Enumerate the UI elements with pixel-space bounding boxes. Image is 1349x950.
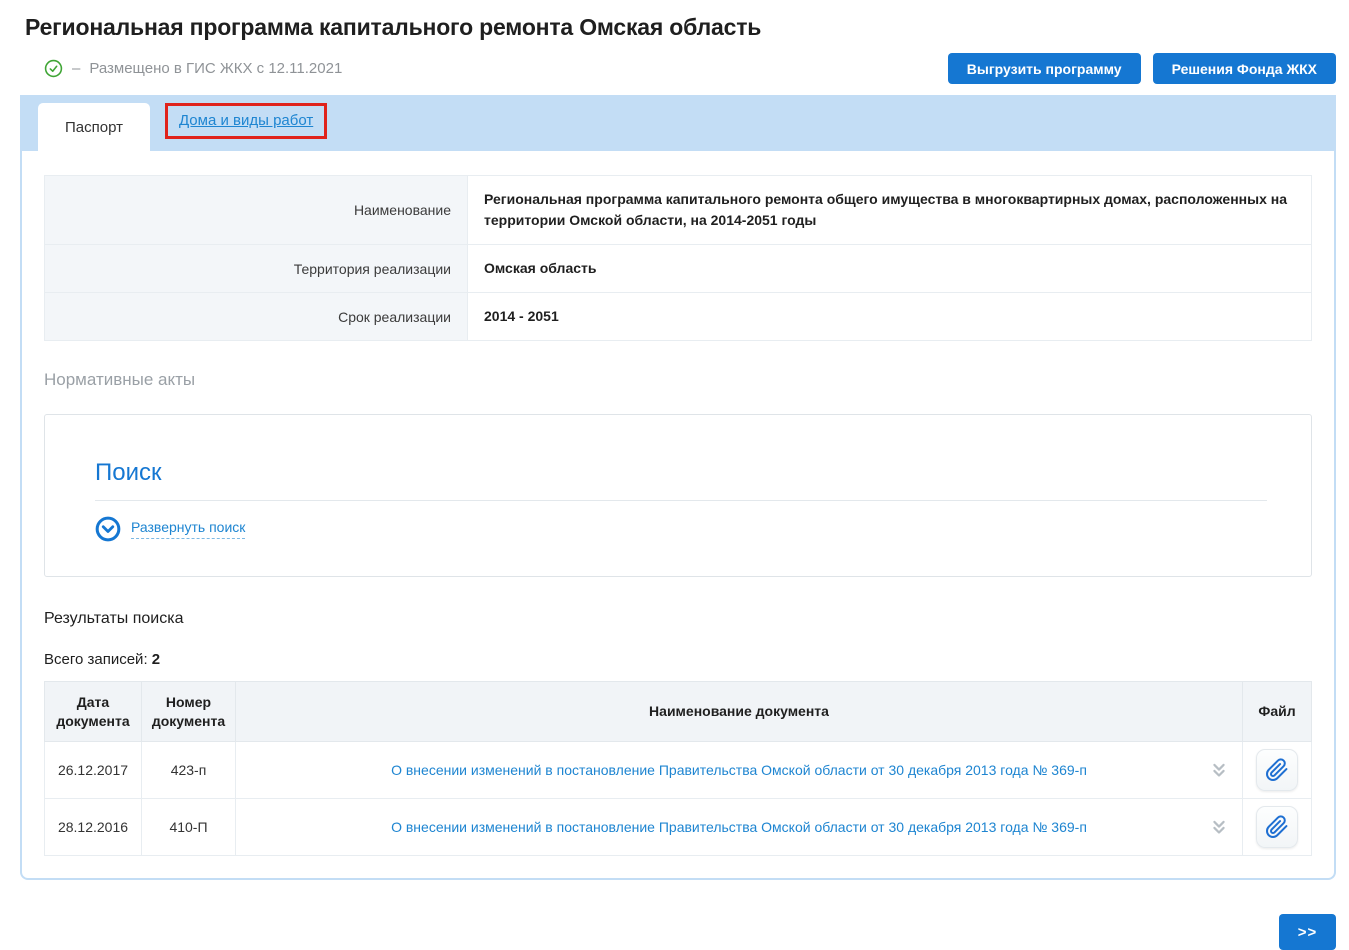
next-page-button[interactable]: >> [1279, 914, 1336, 950]
table-row: 28.12.2016 410-П О внесении изменений в … [45, 799, 1312, 856]
total-records-label: Всего записей: [44, 651, 148, 668]
documents-table: Дата документа Номер документа Наименова… [44, 681, 1312, 856]
doc-date-cell: 26.12.2017 [45, 742, 142, 799]
attr-value: Региональная программа капитального ремо… [468, 176, 1312, 245]
expand-search-link[interactable]: Развернуть поиск [131, 519, 245, 539]
doc-name-cell: О внесении изменений в постановление Пра… [236, 742, 1243, 799]
panel-body: Наименование Региональная программа капи… [20, 151, 1336, 880]
tab-bar: Паспорт Дома и виды работ [20, 95, 1336, 151]
doc-number-cell: 410-П [142, 799, 236, 856]
attr-label: Срок реализации [45, 293, 468, 341]
status-line: – Размещено в ГИС ЖКХ с 12.11.2021 [44, 59, 342, 78]
document-link[interactable]: О внесении изменений в постановление Пра… [391, 819, 1087, 835]
column-header-date: Дата документа [45, 682, 142, 742]
attr-row-territory: Территория реализации Омская область [45, 245, 1312, 293]
attr-row-period: Срок реализации 2014 - 2051 [45, 293, 1312, 341]
column-header-name: Наименование документа [236, 682, 1243, 742]
doc-name-cell: О внесении изменений в постановление Пра… [236, 799, 1243, 856]
column-header-file: Файл [1243, 682, 1312, 742]
column-header-number: Номер документа [142, 682, 236, 742]
tab-passport[interactable]: Паспорт [38, 103, 150, 151]
annotation-highlight-box: Дома и виды работ [165, 103, 327, 139]
attr-label: Наименование [45, 176, 468, 245]
documents-table-header-row: Дата документа Номер документа Наименова… [45, 682, 1312, 742]
header-buttons: Выгрузить программу Решения Фонда ЖКХ [948, 53, 1336, 84]
search-box: Поиск Развернуть поиск [44, 414, 1312, 577]
double-chevron-down-icon[interactable] [1208, 759, 1230, 781]
normative-acts-heading: Нормативные акты [44, 370, 1312, 390]
document-link[interactable]: О внесении изменений в постановление Пра… [391, 762, 1087, 778]
doc-date-cell: 28.12.2016 [45, 799, 142, 856]
search-title: Поиск [95, 459, 1267, 487]
expand-search-row: Развернуть поиск [95, 516, 1267, 542]
export-program-button[interactable]: Выгрузить программу [948, 53, 1141, 84]
tab-houses-and-works[interactable]: Дома и виды работ [179, 112, 313, 129]
search-results-heading: Результаты поиска [44, 610, 1312, 628]
fund-decisions-button[interactable]: Решения Фонда ЖКХ [1153, 53, 1336, 84]
doc-file-cell [1243, 742, 1312, 799]
check-circle-icon [44, 59, 63, 78]
paperclip-icon[interactable] [1256, 749, 1298, 791]
program-panel: Паспорт Дома и виды работ Наименование Р… [20, 95, 1336, 880]
doc-file-cell [1243, 799, 1312, 856]
page-header: Региональная программа капитального ремо… [0, 0, 1349, 84]
status-dash: – [72, 60, 80, 77]
doc-number-cell: 423-п [142, 742, 236, 799]
status-text: Размещено в ГИС ЖКХ с 12.11.2021 [89, 60, 342, 77]
search-divider [95, 500, 1267, 501]
header-row: – Размещено в ГИС ЖКХ с 12.11.2021 Выгру… [25, 53, 1336, 84]
total-records-line: Всего записей: 2 [44, 651, 1312, 668]
total-records-value: 2 [152, 651, 160, 668]
table-row: 26.12.2017 423-п О внесении изменений в … [45, 742, 1312, 799]
attr-label: Территория реализации [45, 245, 468, 293]
attr-row-name: Наименование Региональная программа капи… [45, 176, 1312, 245]
double-chevron-down-icon[interactable] [1208, 816, 1230, 838]
paperclip-icon[interactable] [1256, 806, 1298, 848]
chevron-down-circle-icon[interactable] [95, 516, 121, 542]
attr-value: 2014 - 2051 [468, 293, 1312, 341]
program-attributes-table: Наименование Региональная программа капи… [44, 175, 1312, 341]
footer-bar: >> [0, 914, 1336, 950]
attr-value: Омская область [468, 245, 1312, 293]
page-title: Региональная программа капитального ремо… [25, 14, 1336, 41]
